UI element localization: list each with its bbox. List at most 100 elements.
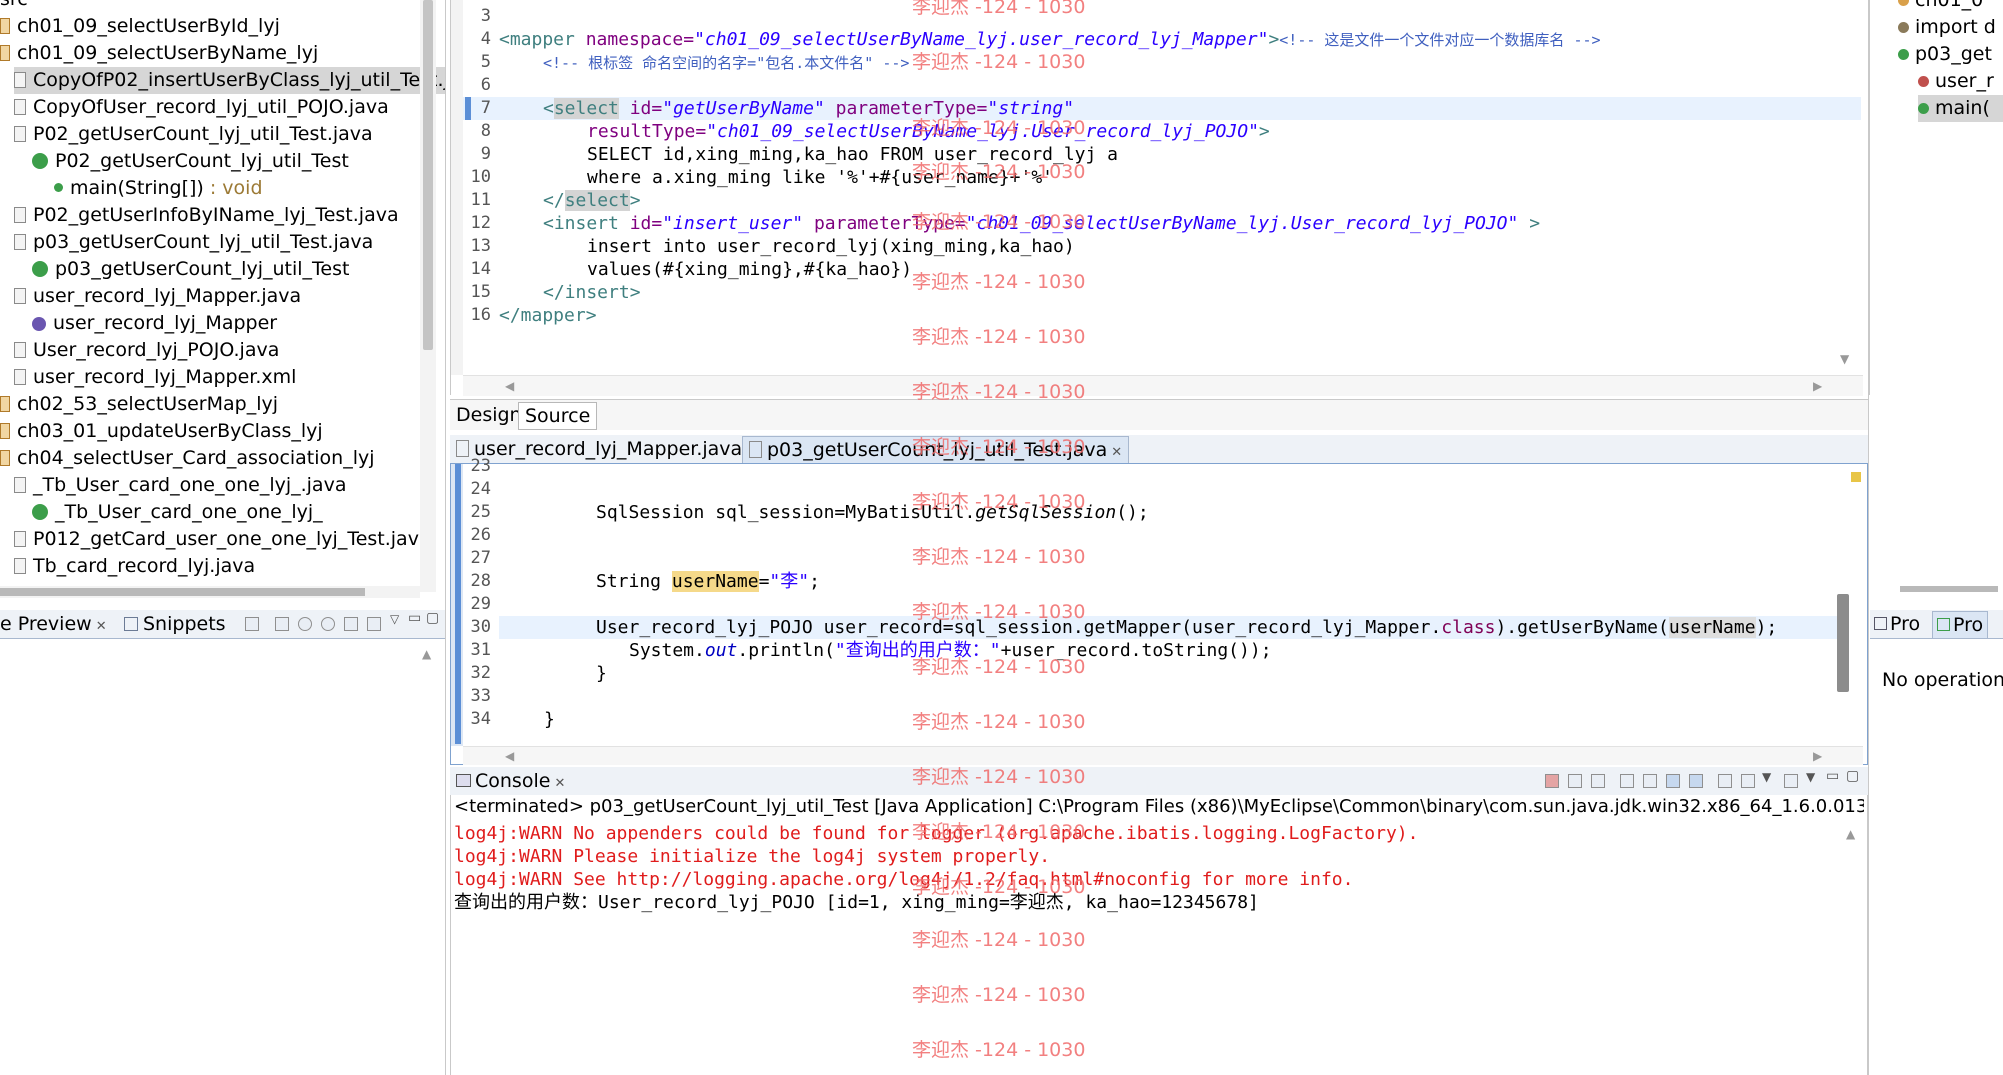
refresh-icon[interactable] bbox=[245, 617, 259, 631]
java-hscrollbar[interactable]: ◀ ▶ bbox=[463, 746, 1863, 765]
outline-item[interactable]: user_r bbox=[1918, 68, 1994, 95]
xml-attr: namespace= bbox=[574, 29, 695, 50]
tree-item[interactable]: P02_getUserCount_lyj_util_Test bbox=[32, 148, 349, 175]
zoom-out-icon[interactable] bbox=[298, 617, 312, 631]
minimize-icon[interactable]: ▭ bbox=[1826, 768, 1839, 784]
tree-item[interactable]: main(String[]) : void bbox=[54, 175, 263, 202]
java-editor[interactable]: 23 24 25 26 27 28 29 30 31 32 33 34 SqlSession sql_… bbox=[450, 456, 1868, 765]
explorer-hscroll-thumb[interactable] bbox=[0, 588, 365, 596]
outline-item[interactable]: ch01_0 bbox=[1898, 0, 1983, 14]
explorer-vscroll-thumb[interactable] bbox=[423, 0, 433, 350]
outline-hscroll-thumb[interactable] bbox=[1900, 586, 1998, 592]
tree-item[interactable]: p03_getUserCount_lyj_util_Test bbox=[32, 256, 349, 283]
tree-item[interactable]: CopyOfP02_insertUserByClass_lyj_util_Tes… bbox=[14, 67, 445, 94]
explorer-hscrollbar[interactable] bbox=[0, 586, 420, 598]
zoom-in-icon[interactable] bbox=[321, 617, 335, 631]
scroll-lock-icon[interactable] bbox=[1643, 774, 1657, 788]
tree-item[interactable]: _Tb_User_card_one_one_lyj_.java bbox=[14, 472, 346, 499]
show-stdout-icon[interactable] bbox=[1666, 774, 1680, 788]
maximize-icon[interactable]: ▢ bbox=[426, 610, 439, 626]
open-console-icon[interactable] bbox=[1784, 774, 1798, 788]
code-keyword: class bbox=[1441, 617, 1496, 638]
tab-console[interactable]: Console ✕ bbox=[450, 768, 571, 794]
outline-tabbar: Pro Pro bbox=[1870, 610, 2003, 639]
overview-marker[interactable] bbox=[1851, 472, 1861, 482]
tree-item[interactable]: Tb_card_record_lyj.java bbox=[14, 553, 255, 580]
scroll-up-icon[interactable]: ▲ bbox=[1846, 827, 1855, 841]
chevron-down-icon[interactable]: ▼ bbox=[1806, 770, 1815, 784]
design-source-bar: Design Source bbox=[450, 399, 1868, 430]
java-file-icon bbox=[14, 558, 26, 574]
scroll-left-icon[interactable]: ◀ bbox=[505, 749, 514, 763]
outline-item[interactable]: import d bbox=[1898, 14, 1996, 41]
chevron-down-icon[interactable]: ▼ bbox=[1762, 770, 1771, 784]
xml-editor[interactable]: 3 4 5 6 7 8 9 10 11 12 13 14 15 16 <mapper namespace=… bbox=[450, 0, 1870, 396]
remove-all-icon[interactable] bbox=[1591, 774, 1605, 788]
tab-design[interactable]: Design bbox=[450, 402, 528, 428]
java-vscroll-thumb[interactable] bbox=[1837, 594, 1849, 692]
show-stderr-icon[interactable] bbox=[1689, 774, 1703, 788]
tree-item[interactable]: _Tb_User_card_one_one_lyj_ bbox=[32, 499, 323, 526]
tree-item-label: ch01_09_selectUserById_lyj bbox=[17, 15, 280, 37]
clear-console-icon[interactable] bbox=[1620, 774, 1634, 788]
tree-item-label: ch04_selectUser_Card_association_lyj bbox=[17, 447, 375, 469]
tree-item-label: CopyOfUser_record_lyj_util_POJO.java bbox=[33, 96, 389, 118]
tab-snippets[interactable]: Snippets bbox=[118, 611, 232, 637]
scroll-up-icon[interactable]: ▲ bbox=[422, 647, 431, 661]
line-number: 4 bbox=[480, 29, 491, 49]
tree-item[interactable]: P02_getUserCount_lyj_util_Test.java bbox=[14, 121, 373, 148]
tab-p03-test-java[interactable]: p03_getUserCount_lyj_util_Test.java ✕ bbox=[742, 436, 1130, 463]
tree-item[interactable]: P012_getCard_user_one_one_lyj_Test.java bbox=[14, 526, 431, 553]
maximize-icon[interactable]: ▢ bbox=[1846, 768, 1859, 784]
minimize-icon[interactable]: ▭ bbox=[408, 610, 421, 626]
code-string: "李" bbox=[769, 571, 810, 592]
xml-tag: < bbox=[543, 98, 554, 119]
outline-item[interactable]: p03_get bbox=[1898, 41, 1992, 68]
tree-item[interactable]: ch01_09_selectUserByName_lyj bbox=[0, 40, 318, 67]
scroll-down-icon[interactable]: ▼ bbox=[1840, 352, 1849, 366]
tree-item[interactable]: CopyOfUser_record_lyj_util_POJO.java bbox=[14, 94, 389, 121]
pane-divider[interactable] bbox=[445, 0, 446, 1075]
tree-item-label: p03_getUserCount_lyj_util_Test.java bbox=[33, 231, 374, 253]
tree-item[interactable]: user_record_lyj_Mapper.java bbox=[14, 283, 301, 310]
close-icon[interactable]: ✕ bbox=[96, 619, 107, 634]
scroll-right-icon[interactable]: ▶ bbox=[1813, 379, 1822, 393]
fit-icon[interactable] bbox=[367, 617, 381, 631]
tab-mapper-java[interactable]: user_record_lyj_Mapper.java bbox=[450, 436, 748, 462]
outline-item[interactable]: main( bbox=[1918, 95, 2003, 122]
line-number: 16 bbox=[470, 305, 491, 325]
scroll-left-icon[interactable]: ◀ bbox=[505, 379, 514, 393]
tab-source[interactable]: Source bbox=[518, 402, 598, 430]
code-text: (); bbox=[1116, 502, 1149, 523]
scroll-right-icon[interactable]: ▶ bbox=[1813, 749, 1822, 763]
tree-item[interactable]: user_record_lyj_Mapper bbox=[32, 310, 277, 337]
tree-item[interactable]: ch01_09_selectUserById_lyj bbox=[0, 13, 280, 40]
line-number: 32 bbox=[470, 663, 491, 683]
tree-item[interactable]: ch02_53_selectUserMap_lyj bbox=[0, 391, 278, 418]
image-icon[interactable] bbox=[275, 617, 289, 631]
tree-item[interactable]: p03_getUserCount_lyj_util_Test.java bbox=[14, 229, 373, 256]
tree-item[interactable]: User_record_lyj_POJO.java bbox=[14, 337, 279, 364]
tab-pro-2[interactable]: Pro bbox=[1932, 611, 1989, 638]
tree-item[interactable]: ch03_01_updateUserByClass_lyj bbox=[0, 418, 323, 445]
remove-launch-icon[interactable] bbox=[1568, 774, 1582, 788]
tab-preview[interactable]: e Preview ✕ bbox=[0, 611, 113, 637]
explorer-vscrollbar[interactable] bbox=[420, 0, 436, 592]
tree-item[interactable]: P02_getUserInfoByIName_lyj_Test.java bbox=[14, 202, 399, 229]
pane-divider[interactable] bbox=[1868, 0, 1869, 1075]
view-menu-icon[interactable]: ▽ bbox=[390, 612, 399, 626]
xml-hscrollbar[interactable]: ◀ ▶ bbox=[463, 375, 1863, 396]
actual-size-icon[interactable] bbox=[344, 617, 358, 631]
xml-attr: id= bbox=[618, 98, 663, 119]
tree-item[interactable]: ch04_selectUser_Card_association_lyj bbox=[0, 445, 375, 472]
close-icon[interactable]: ✕ bbox=[554, 776, 565, 791]
xml-line-12: <insert id="insert_user" parameterType="… bbox=[543, 212, 1540, 235]
tree-clipped-item[interactable]: src bbox=[0, 0, 28, 13]
tree-item[interactable]: user_record_lyj_Mapper.xml bbox=[14, 364, 296, 391]
close-icon[interactable]: ✕ bbox=[1111, 445, 1122, 460]
display-console-icon[interactable] bbox=[1741, 774, 1755, 788]
terminate-icon[interactable] bbox=[1545, 774, 1559, 788]
pin-console-icon[interactable] bbox=[1718, 774, 1732, 788]
tab-pro-1[interactable]: Pro bbox=[1870, 611, 1924, 637]
line-number: 24 bbox=[470, 479, 491, 499]
